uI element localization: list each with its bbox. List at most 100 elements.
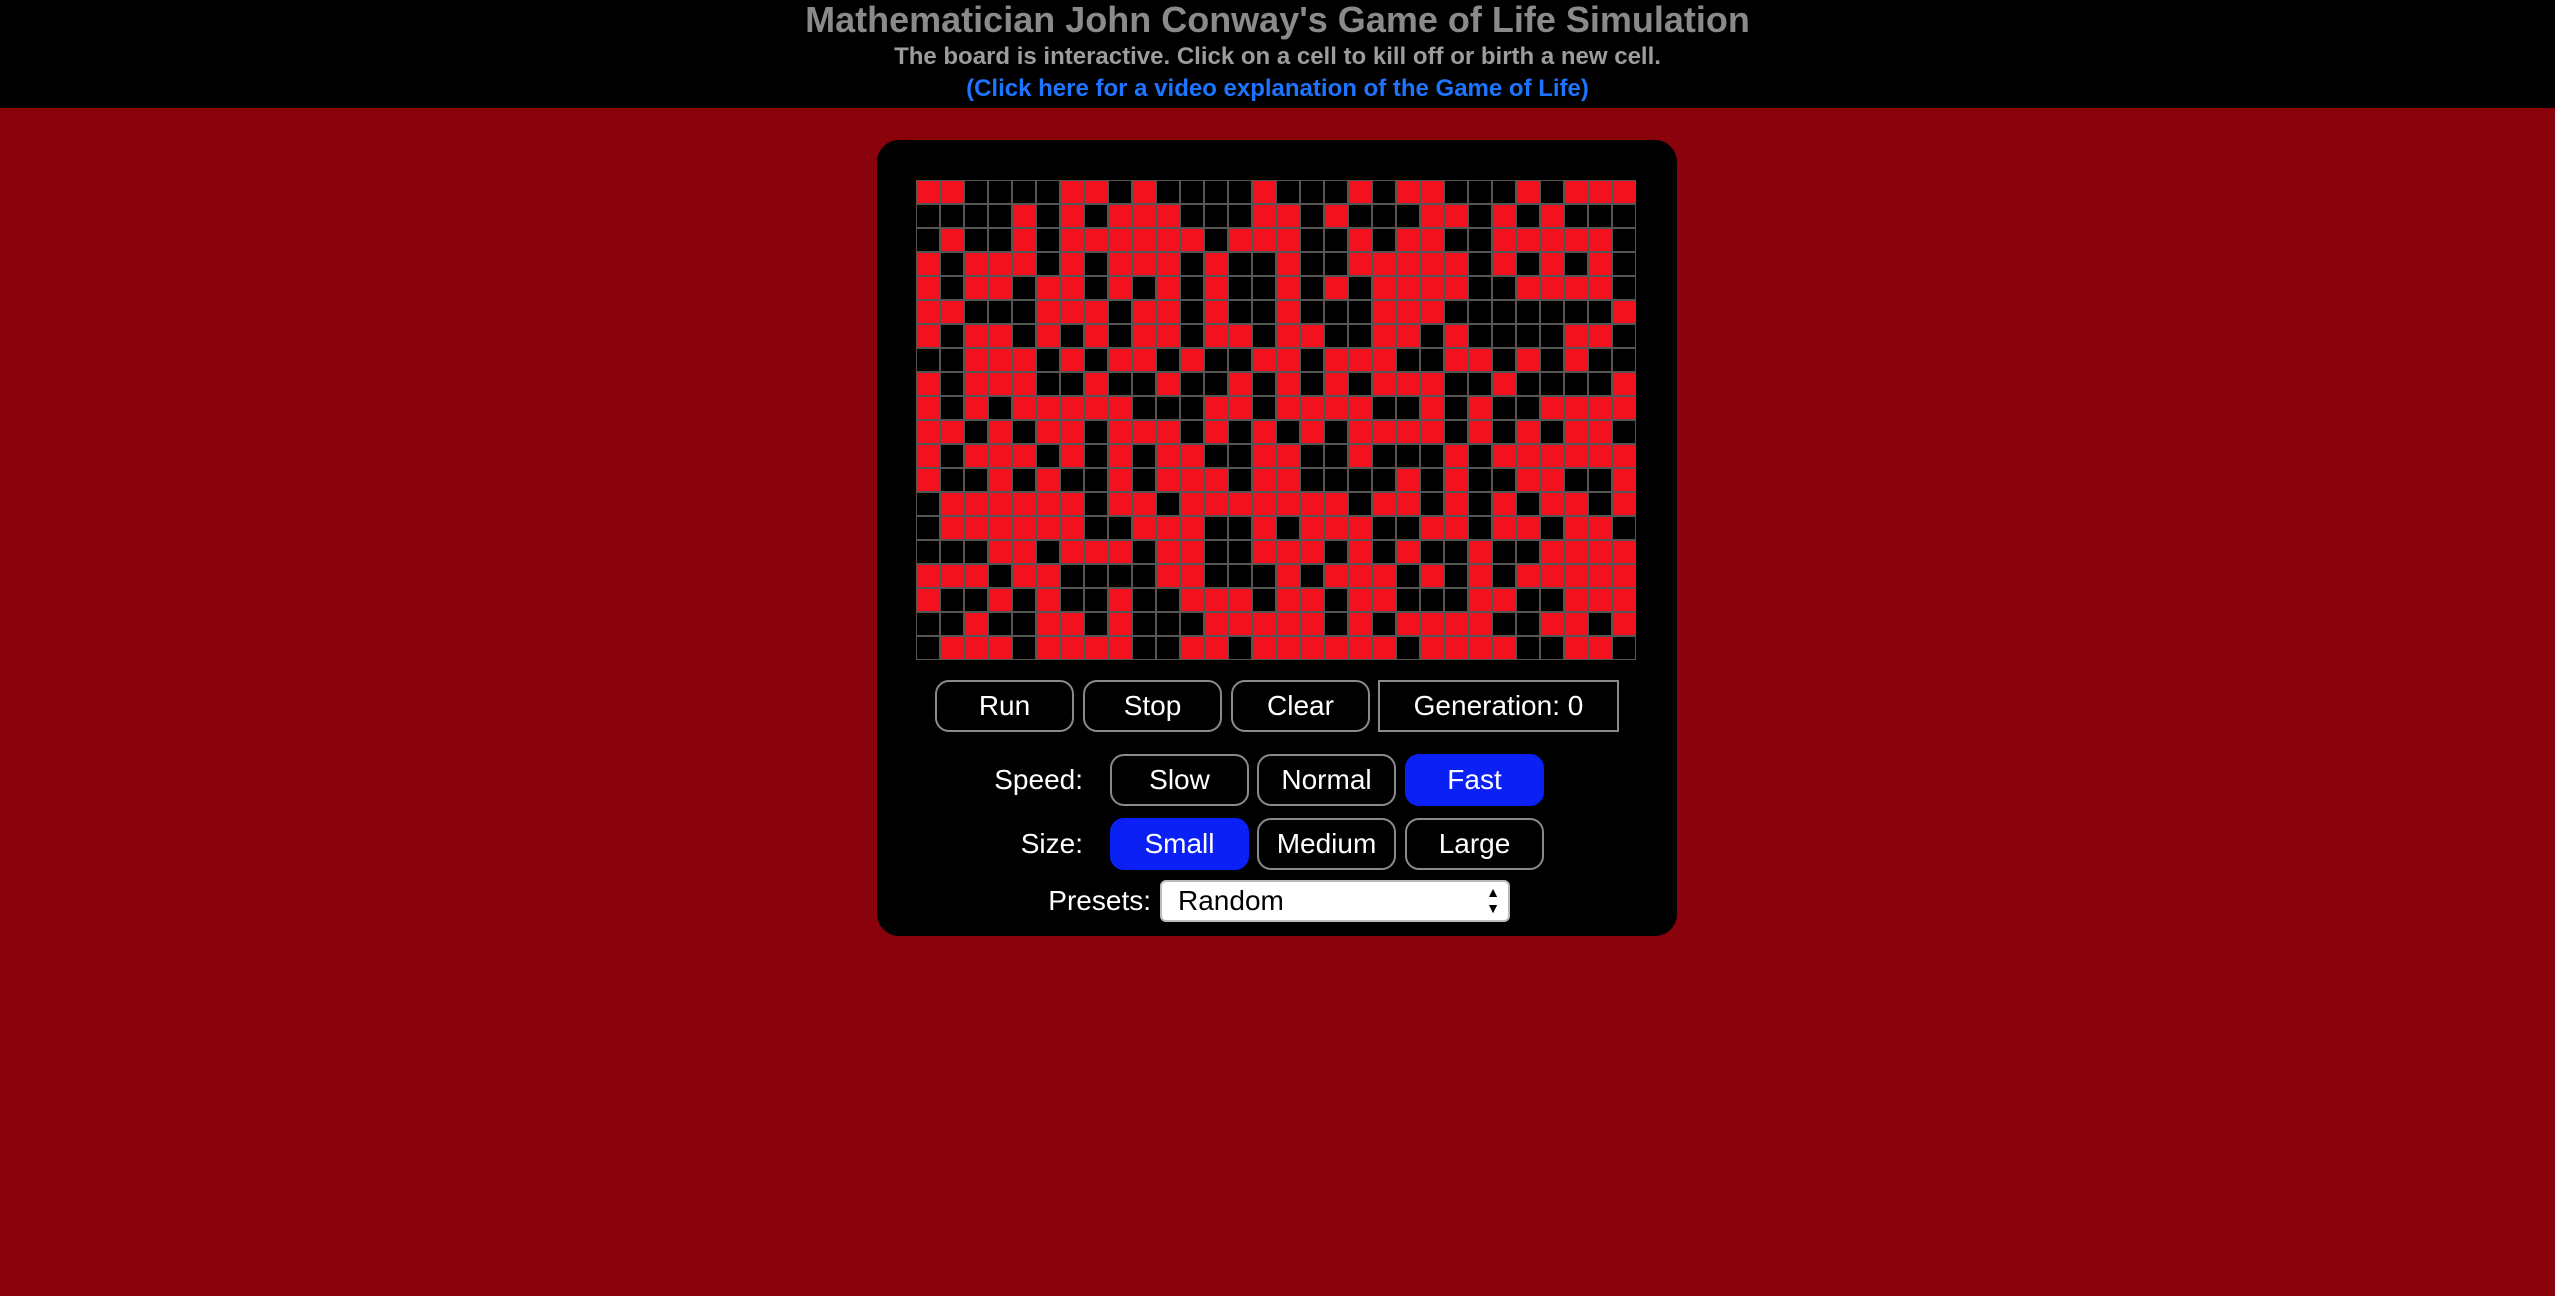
board-cell[interactable] bbox=[1565, 421, 1587, 443]
board-cell[interactable] bbox=[1301, 565, 1323, 587]
board-cell[interactable] bbox=[1349, 325, 1371, 347]
board-cell[interactable] bbox=[1277, 541, 1299, 563]
board-cell[interactable] bbox=[1325, 205, 1347, 227]
board-cell[interactable] bbox=[1589, 349, 1611, 371]
board-cell[interactable] bbox=[1517, 301, 1539, 323]
board-cell[interactable] bbox=[965, 517, 987, 539]
board-cell[interactable] bbox=[941, 325, 963, 347]
board-cell[interactable] bbox=[1325, 469, 1347, 491]
board-cell[interactable] bbox=[1613, 349, 1635, 371]
board-cell[interactable] bbox=[917, 517, 939, 539]
board-cell[interactable] bbox=[1301, 445, 1323, 467]
board-cell[interactable] bbox=[1061, 373, 1083, 395]
board-cell[interactable] bbox=[1589, 589, 1611, 611]
board-cell[interactable] bbox=[1613, 517, 1635, 539]
board-cell[interactable] bbox=[1205, 277, 1227, 299]
board-cell[interactable] bbox=[1445, 493, 1467, 515]
board-cell[interactable] bbox=[1181, 637, 1203, 659]
board-cell[interactable] bbox=[1205, 469, 1227, 491]
board-cell[interactable] bbox=[1133, 181, 1155, 203]
board-cell[interactable] bbox=[917, 445, 939, 467]
board-cell[interactable] bbox=[1133, 397, 1155, 419]
board-cell[interactable] bbox=[1397, 397, 1419, 419]
board-cell[interactable] bbox=[1109, 229, 1131, 251]
board-cell[interactable] bbox=[941, 277, 963, 299]
board-cell[interactable] bbox=[1301, 637, 1323, 659]
board-cell[interactable] bbox=[989, 325, 1011, 347]
clear-button[interactable]: Clear bbox=[1231, 680, 1370, 732]
board-cell[interactable] bbox=[1301, 253, 1323, 275]
board-cell[interactable] bbox=[1133, 565, 1155, 587]
board-cell[interactable] bbox=[1181, 253, 1203, 275]
board-cell[interactable] bbox=[1445, 637, 1467, 659]
board-cell[interactable] bbox=[1421, 277, 1443, 299]
board-cell[interactable] bbox=[1037, 277, 1059, 299]
size-medium-button[interactable]: Medium bbox=[1257, 818, 1396, 870]
board-cell[interactable] bbox=[1397, 205, 1419, 227]
board-cell[interactable] bbox=[1157, 589, 1179, 611]
board-cell[interactable] bbox=[989, 493, 1011, 515]
board-cell[interactable] bbox=[1181, 301, 1203, 323]
board-cell[interactable] bbox=[1373, 613, 1395, 635]
board-cell[interactable] bbox=[1061, 517, 1083, 539]
board-cell[interactable] bbox=[989, 277, 1011, 299]
board-cell[interactable] bbox=[1133, 373, 1155, 395]
board-cell[interactable] bbox=[989, 373, 1011, 395]
board-cell[interactable] bbox=[1061, 445, 1083, 467]
board-cell[interactable] bbox=[1469, 493, 1491, 515]
board-cell[interactable] bbox=[1253, 421, 1275, 443]
board-cell[interactable] bbox=[965, 397, 987, 419]
game-board[interactable] bbox=[916, 180, 1636, 660]
board-cell[interactable] bbox=[1397, 493, 1419, 515]
board-cell[interactable] bbox=[1013, 277, 1035, 299]
board-cell[interactable] bbox=[1277, 229, 1299, 251]
board-cell[interactable] bbox=[1613, 301, 1635, 323]
board-cell[interactable] bbox=[965, 541, 987, 563]
board-cell[interactable] bbox=[1541, 253, 1563, 275]
board-cell[interactable] bbox=[1085, 205, 1107, 227]
board-cell[interactable] bbox=[1541, 301, 1563, 323]
board-cell[interactable] bbox=[941, 469, 963, 491]
board-cell[interactable] bbox=[1613, 181, 1635, 203]
board-cell[interactable] bbox=[1589, 325, 1611, 347]
board-cell[interactable] bbox=[1133, 613, 1155, 635]
board-cell[interactable] bbox=[1277, 397, 1299, 419]
board-cell[interactable] bbox=[1421, 253, 1443, 275]
board-cell[interactable] bbox=[917, 349, 939, 371]
board-cell[interactable] bbox=[1589, 469, 1611, 491]
board-cell[interactable] bbox=[1061, 349, 1083, 371]
board-cell[interactable] bbox=[1085, 469, 1107, 491]
board-cell[interactable] bbox=[989, 613, 1011, 635]
board-cell[interactable] bbox=[965, 469, 987, 491]
board-cell[interactable] bbox=[1565, 229, 1587, 251]
board-cell[interactable] bbox=[1589, 541, 1611, 563]
board-cell[interactable] bbox=[1061, 325, 1083, 347]
board-cell[interactable] bbox=[1565, 349, 1587, 371]
board-cell[interactable] bbox=[1013, 229, 1035, 251]
board-cell[interactable] bbox=[1589, 277, 1611, 299]
board-cell[interactable] bbox=[1373, 277, 1395, 299]
board-cell[interactable] bbox=[965, 301, 987, 323]
board-cell[interactable] bbox=[1085, 493, 1107, 515]
board-cell[interactable] bbox=[989, 349, 1011, 371]
board-cell[interactable] bbox=[1013, 469, 1035, 491]
board-cell[interactable] bbox=[1061, 229, 1083, 251]
board-cell[interactable] bbox=[1277, 445, 1299, 467]
board-cell[interactable] bbox=[1253, 469, 1275, 491]
board-cell[interactable] bbox=[1445, 253, 1467, 275]
board-cell[interactable] bbox=[1349, 517, 1371, 539]
board-cell[interactable] bbox=[1589, 205, 1611, 227]
board-cell[interactable] bbox=[1373, 373, 1395, 395]
board-cell[interactable] bbox=[1373, 205, 1395, 227]
board-cell[interactable] bbox=[1565, 277, 1587, 299]
board-cell[interactable] bbox=[1613, 397, 1635, 419]
board-cell[interactable] bbox=[1541, 469, 1563, 491]
board-cell[interactable] bbox=[965, 229, 987, 251]
board-cell[interactable] bbox=[1325, 373, 1347, 395]
board-cell[interactable] bbox=[1277, 469, 1299, 491]
board-cell[interactable] bbox=[941, 349, 963, 371]
board-cell[interactable] bbox=[1013, 445, 1035, 467]
board-cell[interactable] bbox=[1037, 637, 1059, 659]
board-cell[interactable] bbox=[1037, 421, 1059, 443]
board-cell[interactable] bbox=[989, 541, 1011, 563]
